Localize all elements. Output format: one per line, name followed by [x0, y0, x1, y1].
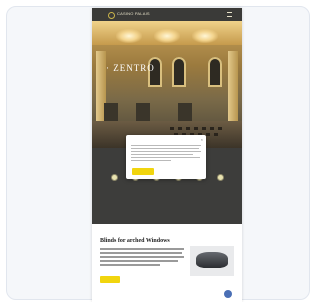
cookie-text-line [131, 154, 193, 156]
site-logo[interactable]: CASINO PALAIS [117, 11, 150, 16]
door [104, 103, 118, 123]
chair [210, 127, 214, 130]
arched-blind-image [196, 252, 228, 268]
page-preview[interactable]: CASINO PALAIS · ZENTRO × Blinds for arch… [92, 8, 242, 302]
arched-window [172, 57, 186, 87]
step-icon [110, 174, 118, 181]
body-text-line [100, 256, 184, 258]
hamburger-menu-icon[interactable] [227, 12, 232, 17]
chair [206, 133, 210, 136]
cta-button[interactable] [100, 276, 120, 283]
logo-icon [108, 12, 115, 19]
door [178, 103, 192, 123]
cookie-text-line [131, 151, 201, 153]
body-text-line [100, 252, 182, 254]
arched-window [208, 57, 222, 87]
step-item [104, 174, 124, 183]
site-header: CASINO PALAIS [92, 8, 242, 21]
chair [214, 133, 218, 136]
chair [170, 127, 174, 130]
chandelier [154, 29, 180, 43]
body-text-line [100, 248, 184, 250]
cookie-text-line [131, 145, 201, 147]
cookie-consent-dialog: × [126, 135, 206, 179]
pillar [228, 51, 238, 121]
section-title: Blinds for arched Windows [100, 238, 170, 244]
content-section: Blinds for arched Windows [92, 224, 242, 302]
chair [178, 127, 182, 130]
chandelier [192, 29, 218, 43]
step-icon [216, 174, 224, 181]
chair [194, 127, 198, 130]
door [136, 103, 150, 123]
cookie-text-line [131, 157, 200, 159]
body-text-line [100, 264, 160, 266]
chair [202, 127, 206, 130]
chair [218, 127, 222, 130]
product-image [190, 246, 234, 276]
body-text-line [100, 260, 178, 262]
cookie-text-line [131, 160, 171, 162]
hero-image: · ZENTRO [92, 21, 242, 148]
close-icon[interactable]: × [201, 137, 203, 142]
chair [186, 127, 190, 130]
chandelier [116, 29, 142, 43]
cookie-text-line [131, 148, 199, 150]
chat-widget-icon[interactable] [224, 290, 232, 298]
hero-title: · ZENTRO [106, 63, 155, 73]
step-item [210, 174, 230, 183]
accept-cookies-button[interactable] [132, 168, 154, 175]
